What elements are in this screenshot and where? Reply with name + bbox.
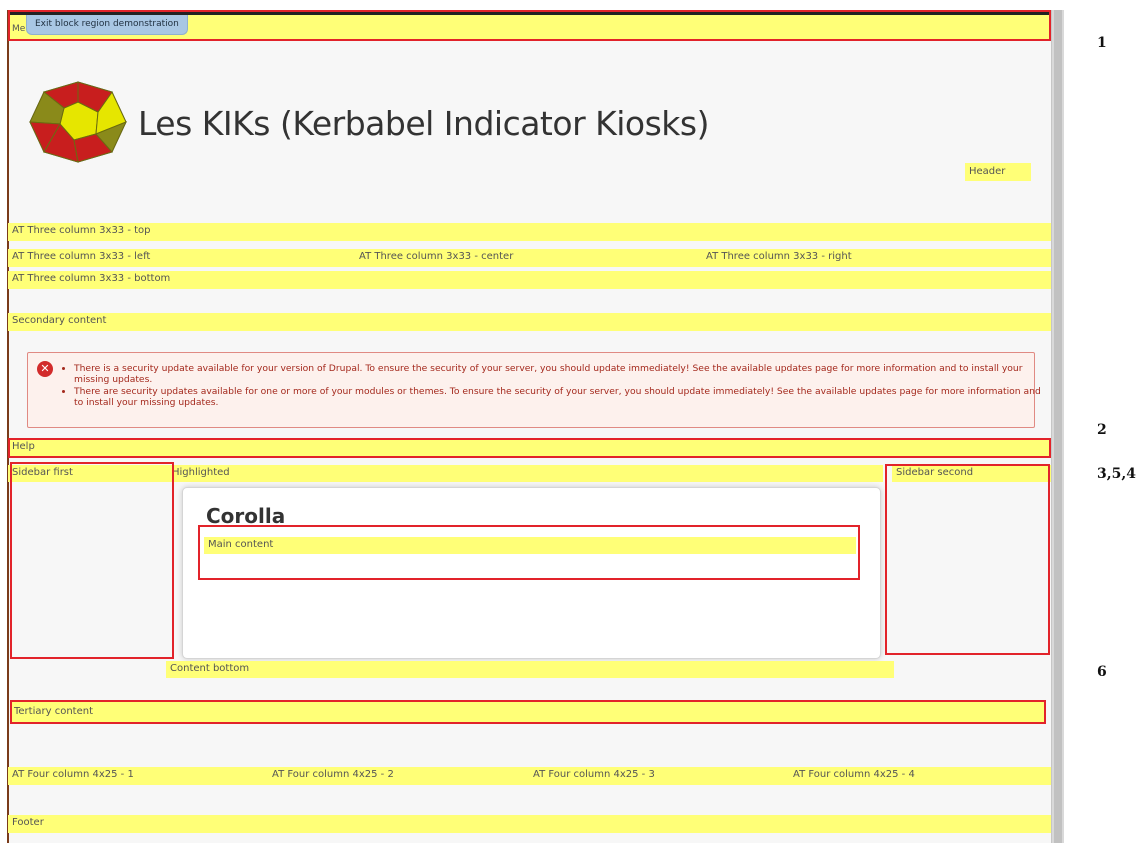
header-region-label: Header (965, 163, 1031, 181)
sidebar-first-region: Sidebar first (8, 465, 168, 482)
error-icon: ✕ (37, 361, 53, 377)
error-message-item: There is a security update available for… (74, 363, 1044, 386)
four-column-2-region: AT Four column 4x25 - 2 (268, 767, 529, 785)
content-bottom-region: Content bottom (166, 661, 894, 678)
three-column-center-region: AT Three column 3x33 - center (355, 249, 702, 267)
error-messages-box: ✕ There is a security update available f… (27, 352, 1041, 428)
main-content-card (182, 487, 881, 659)
menu-region-label: Me (12, 24, 26, 34)
site-logo[interactable] (28, 80, 128, 164)
four-column-4-region: AT Four column 4x25 - 4 (789, 767, 1051, 785)
tertiary-content-region: Tertiary content (10, 701, 1045, 723)
sidebar-second-region: Sidebar second (892, 465, 1051, 482)
left-border-line (7, 10, 9, 843)
main-content-region: Main content (204, 537, 856, 554)
vertical-scrollbar[interactable] (1051, 10, 1064, 843)
four-column-3-region: AT Four column 4x25 - 3 (529, 767, 789, 785)
annotation-number-6: 6 (1097, 664, 1107, 680)
scrollbar-thumb[interactable] (1054, 10, 1062, 843)
annotation-number-3-5-4: 3,5,4 (1097, 466, 1136, 482)
three-column-right-region: AT Three column 3x33 - right (702, 249, 1051, 267)
three-column-left-region: AT Three column 3x33 - left (8, 249, 355, 267)
annotation-number-2: 2 (1097, 422, 1107, 438)
help-region: Help (8, 439, 1051, 457)
four-column-1-region: AT Four column 4x25 - 1 (8, 767, 268, 785)
page-title: Corolla (206, 504, 286, 528)
secondary-content-region: Secondary content (8, 313, 1051, 331)
annotation-number-1: 1 (1097, 35, 1107, 51)
highlighted-region: Highlighted (168, 465, 883, 482)
exit-demonstration-button[interactable]: Exit block region demonstration (26, 15, 188, 35)
footer-region: Footer (8, 815, 1051, 833)
three-column-bottom-region: AT Three column 3x33 - bottom (8, 271, 1051, 289)
three-column-top-region: AT Three column 3x33 - top (8, 223, 1051, 241)
error-message-item: There are security updates available for… (74, 386, 1044, 409)
error-message-list: There is a security update available for… (58, 363, 1044, 409)
site-title[interactable]: Les KIKs (Kerbabel Indicator Kiosks) (138, 104, 710, 143)
